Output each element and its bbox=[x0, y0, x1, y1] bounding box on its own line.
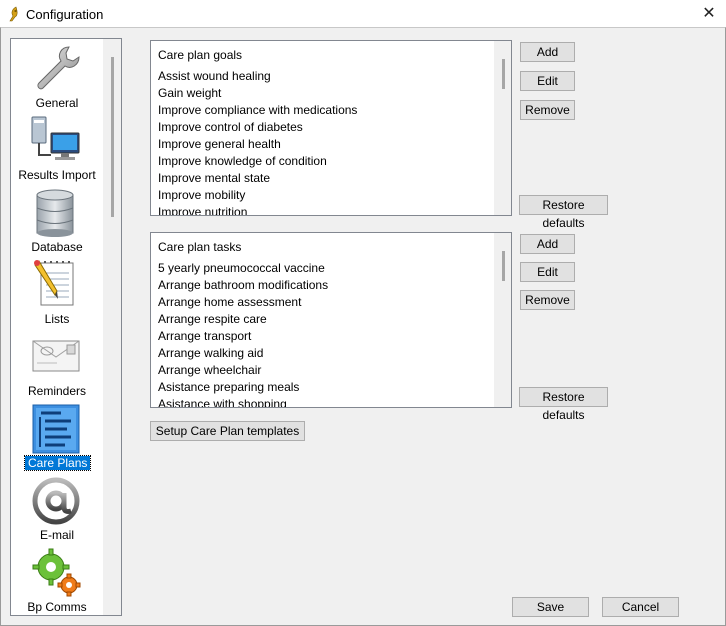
at-sign-icon bbox=[32, 477, 80, 525]
sidebar-item-bp-comms[interactable]: Bp Comms bbox=[11, 545, 103, 615]
care-plan-icon bbox=[32, 404, 80, 454]
sidebar-item-care-plans[interactable]: Care Plans bbox=[11, 401, 103, 473]
sidebar-item-results-import[interactable]: Results Import bbox=[11, 113, 103, 185]
sidebar-scrollbar-thumb[interactable] bbox=[111, 57, 114, 217]
goals-list: Assist wound healing Gain weight Improve… bbox=[158, 68, 357, 215]
sidebar-item-label: Reminders bbox=[27, 384, 87, 398]
list-item[interactable]: Improve control of diabetes bbox=[158, 119, 357, 136]
list-item[interactable]: Gain weight bbox=[158, 85, 357, 102]
goals-remove-button[interactable]: Remove bbox=[520, 100, 575, 120]
list-item[interactable]: Arrange walking aid bbox=[158, 345, 328, 362]
sidebar-item-lists[interactable]: Lists bbox=[11, 257, 103, 329]
cancel-button[interactable]: Cancel bbox=[602, 597, 679, 617]
list-item[interactable]: Improve knowledge of condition bbox=[158, 153, 357, 170]
list-item[interactable]: Arrange wheelchair bbox=[158, 362, 328, 379]
close-icon[interactable]: ✕ bbox=[692, 0, 726, 28]
list-item[interactable]: Assist wound healing bbox=[158, 68, 357, 85]
tasks-edit-button[interactable]: Edit bbox=[520, 262, 575, 282]
list-item[interactable]: Improve general health bbox=[158, 136, 357, 153]
sidebar-item-label: E-mail bbox=[39, 528, 74, 542]
sidebar-scrollbar[interactable] bbox=[103, 39, 121, 615]
list-item[interactable]: 5 yearly pneumococcal vaccine bbox=[158, 260, 328, 277]
list-item[interactable]: Improve mental state bbox=[158, 170, 357, 187]
goals-edit-button[interactable]: Edit bbox=[520, 71, 575, 91]
gears-icon bbox=[32, 548, 81, 597]
sidebar-item-label: Database bbox=[31, 240, 83, 254]
save-button[interactable]: Save bbox=[512, 597, 589, 617]
tasks-scrollbar-thumb[interactable] bbox=[502, 251, 505, 281]
sidebar: General Results Import Database Lists Re… bbox=[10, 38, 122, 616]
goals-header: Care plan goals bbox=[158, 48, 243, 62]
list-item[interactable]: Arrange bathroom modifications bbox=[158, 277, 328, 294]
list-item[interactable]: Arrange transport bbox=[158, 328, 328, 345]
database-icon bbox=[36, 189, 74, 237]
sidebar-item-email[interactable]: E-mail bbox=[11, 473, 103, 545]
window-title: Configuration bbox=[26, 7, 104, 22]
envelope-icon bbox=[32, 340, 80, 372]
list-item[interactable]: Asistance preparing meals bbox=[158, 379, 328, 396]
setup-care-plan-templates-button[interactable]: Setup Care Plan templates bbox=[150, 421, 305, 441]
wrench-icon bbox=[37, 46, 80, 90]
sidebar-item-general[interactable]: General bbox=[11, 41, 103, 113]
goals-scrollbar-thumb[interactable] bbox=[502, 59, 505, 89]
computer-network-icon bbox=[31, 116, 80, 160]
list-item[interactable]: Improve mobility bbox=[158, 187, 357, 204]
sidebar-item-label: Lists bbox=[44, 312, 70, 326]
sidebar-item-label: Results Import bbox=[18, 168, 96, 182]
list-item[interactable]: Improve compliance with medications bbox=[158, 102, 357, 119]
goals-listbox[interactable]: Care plan goals Assist wound healing Gai… bbox=[150, 40, 512, 216]
app-logo-icon bbox=[9, 6, 18, 22]
list-item[interactable]: Asistance with shopping bbox=[158, 396, 328, 407]
list-item[interactable]: Arrange respite care bbox=[158, 311, 328, 328]
notepad-pencil-icon bbox=[34, 260, 74, 306]
tasks-remove-button[interactable]: Remove bbox=[520, 290, 575, 310]
tasks-restore-defaults-button[interactable]: Restore defaults bbox=[519, 387, 608, 422]
list-item[interactable]: Arrange home assessment bbox=[158, 294, 328, 311]
sidebar-item-database[interactable]: Database bbox=[11, 185, 103, 257]
title-bar: Configuration ✕ bbox=[0, 0, 726, 28]
sidebar-item-label: Care Plans bbox=[23, 455, 92, 471]
sidebar-item-reminders[interactable]: Reminders bbox=[11, 329, 103, 401]
tasks-scrollbar[interactable] bbox=[494, 233, 511, 407]
goals-restore-defaults-button[interactable]: Restore defaults bbox=[519, 195, 608, 230]
tasks-header: Care plan tasks bbox=[158, 240, 242, 254]
tasks-add-button[interactable]: Add bbox=[520, 234, 575, 254]
sidebar-item-label: General bbox=[35, 96, 79, 110]
goals-scrollbar[interactable] bbox=[494, 41, 511, 215]
tasks-list: 5 yearly pneumococcal vaccine Arrange ba… bbox=[158, 260, 328, 407]
sidebar-item-label: Bp Comms bbox=[27, 600, 87, 614]
goals-add-button[interactable]: Add bbox=[520, 42, 575, 62]
list-item[interactable]: Improve nutrition bbox=[158, 204, 357, 215]
tasks-listbox[interactable]: Care plan tasks 5 yearly pneumococcal va… bbox=[150, 232, 512, 408]
